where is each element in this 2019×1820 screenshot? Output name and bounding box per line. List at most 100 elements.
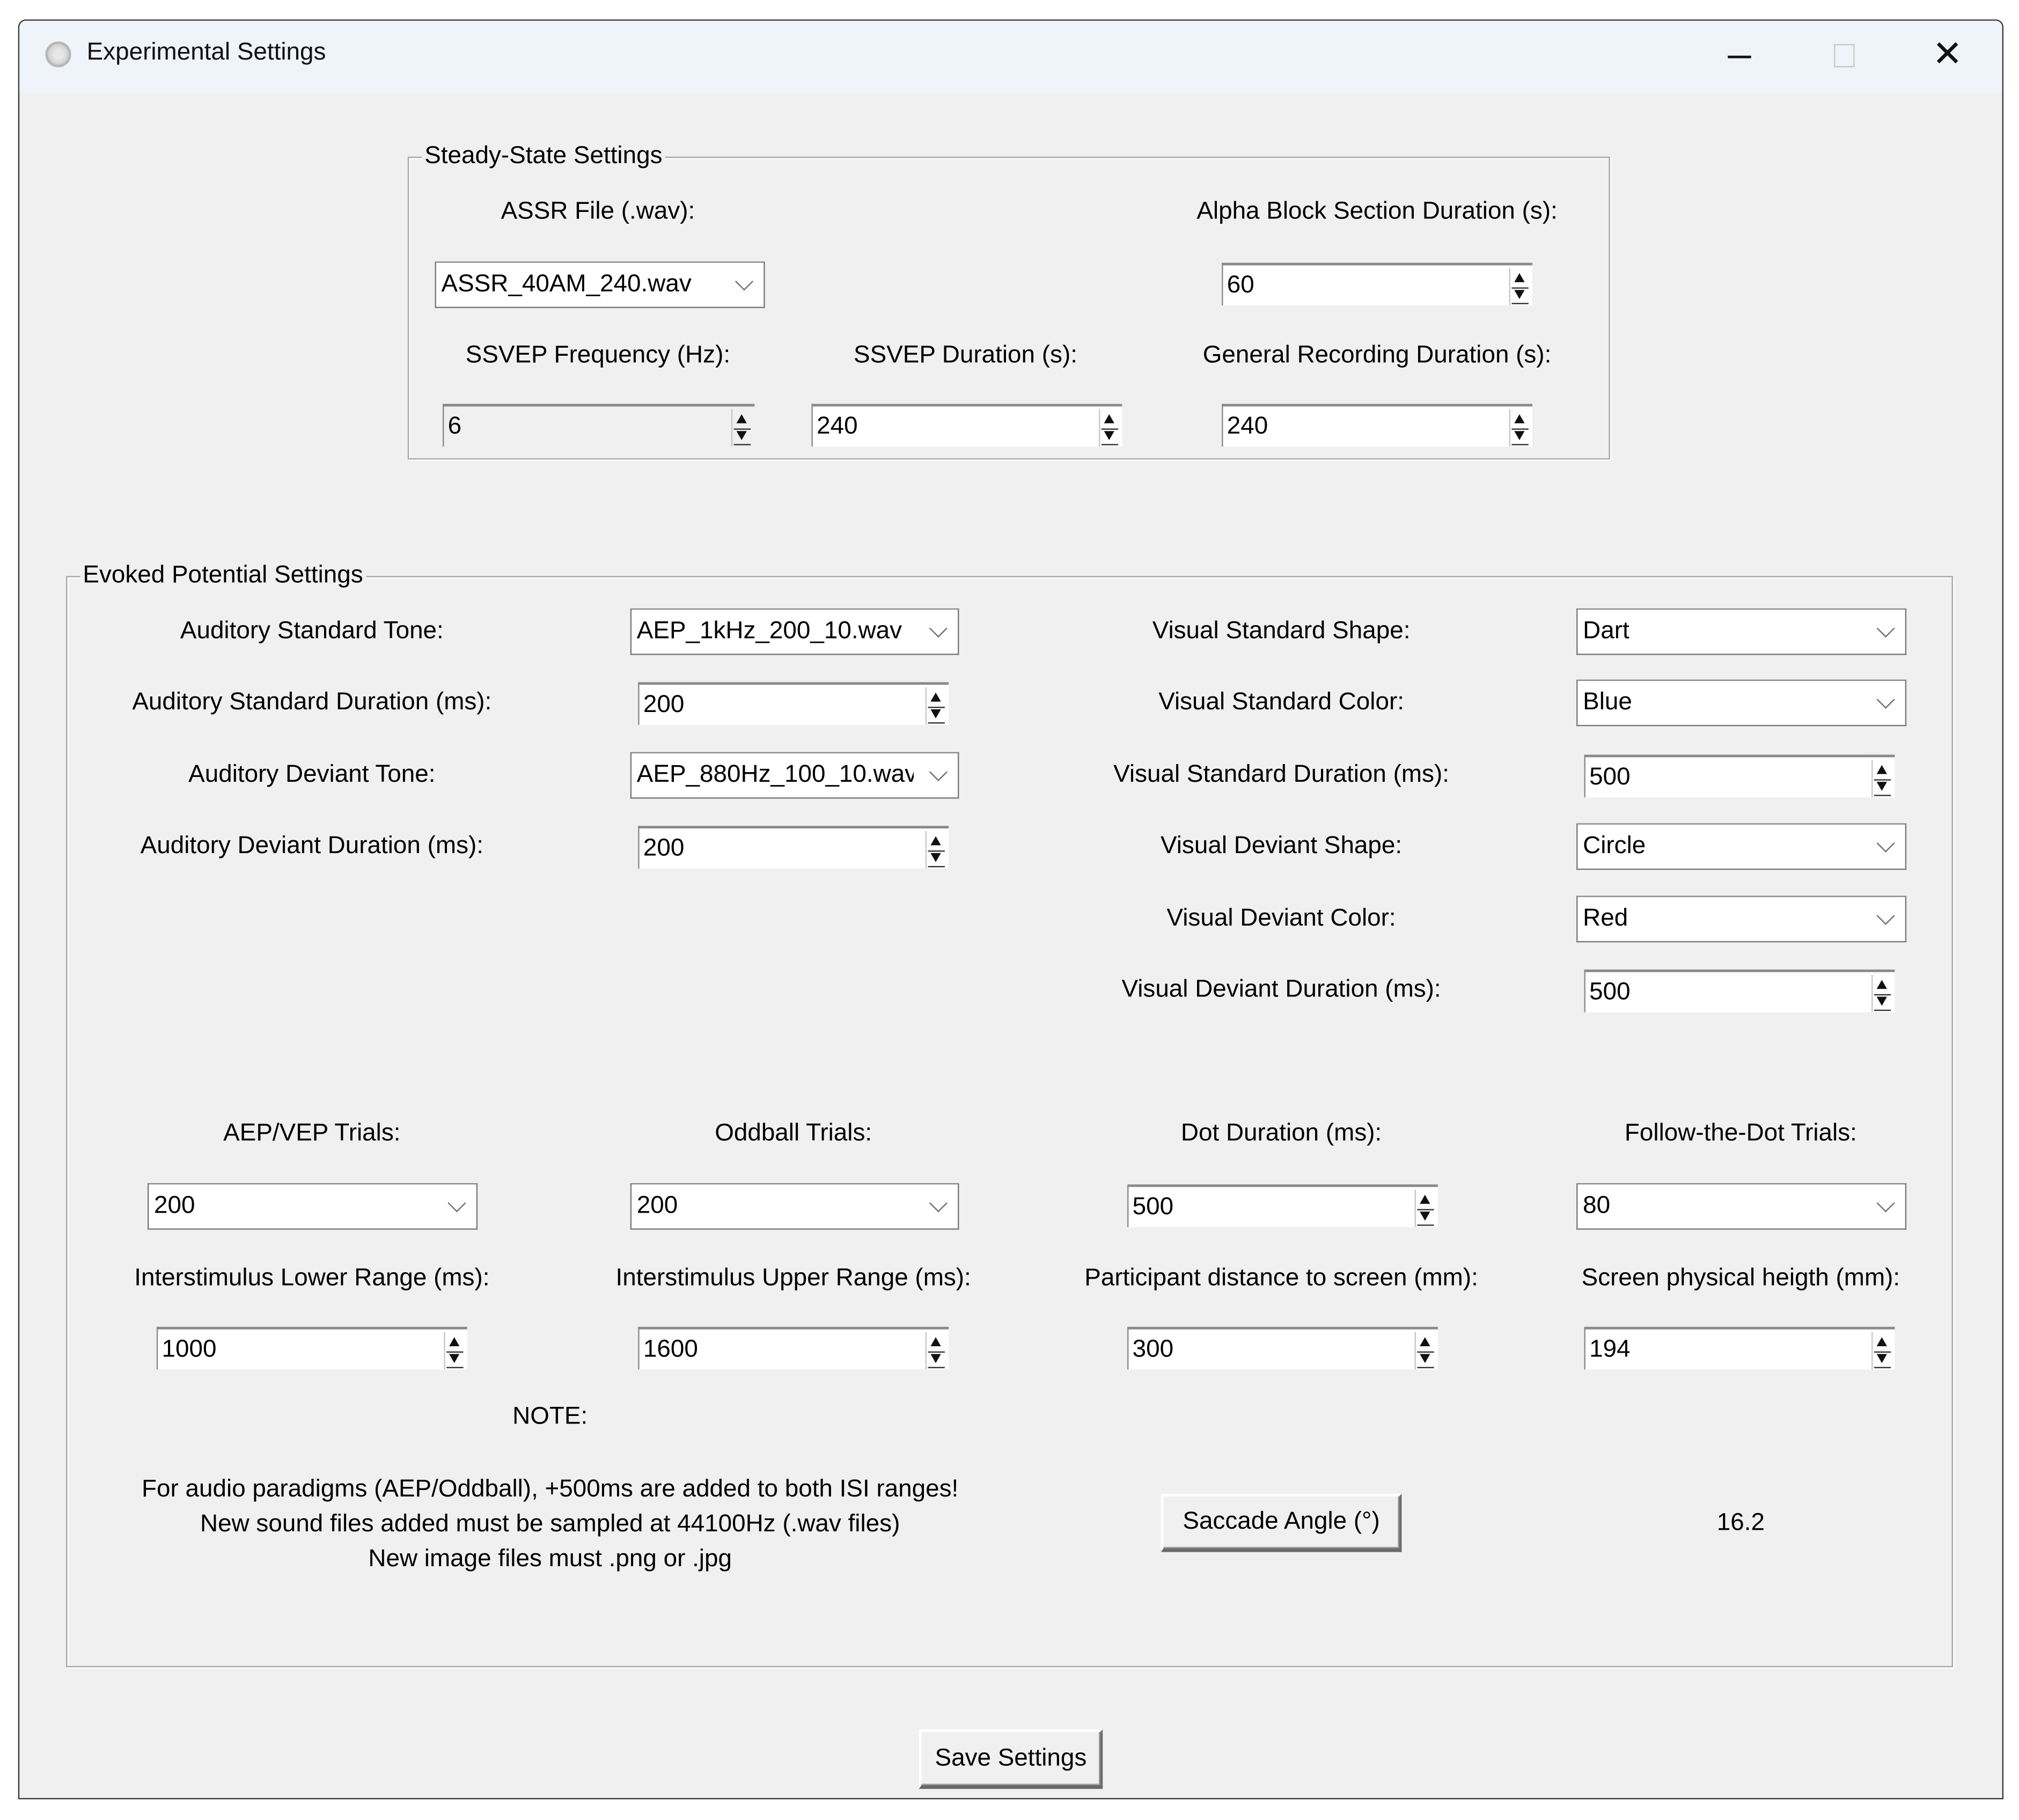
- auditory-standard-duration-label: Auditory Standard Duration (ms):: [132, 688, 492, 716]
- note-line: New sound files added must be sampled at…: [200, 1510, 900, 1538]
- participant-distance-spinbox[interactable]: 300: [1127, 1326, 1438, 1370]
- isi-lower-label: Interstimulus Lower Range (ms):: [134, 1265, 490, 1292]
- visual-standard-shape-value: Dart: [1583, 617, 1629, 645]
- isi-upper-label: Interstimulus Upper Range (ms):: [615, 1265, 971, 1292]
- minimize-button[interactable]: [1689, 21, 1793, 93]
- note-line: New image files must .png or .jpg: [368, 1545, 732, 1573]
- dot-duration-spinbox[interactable]: 500: [1127, 1184, 1438, 1228]
- note-line: For audio paradigms (AEP/Oddball), +500m…: [142, 1476, 959, 1503]
- maximize-button[interactable]: [1793, 21, 1896, 93]
- auditory-standard-tone-value: AEP_1kHz_200_10.wav: [636, 617, 902, 645]
- aep-vep-trials-select[interactable]: 200: [147, 1183, 478, 1230]
- visual-deviant-duration-value: 500: [1589, 978, 1631, 1006]
- visual-deviant-duration-spinbox[interactable]: 500: [1584, 969, 1895, 1012]
- screen-height-value: 194: [1589, 1335, 1631, 1363]
- saccade-angle-value: 16.2: [1716, 1509, 1765, 1537]
- minimize-icon: [1728, 55, 1751, 58]
- spin-arrows-icon[interactable]: [731, 409, 752, 447]
- chevron-down-icon: [1876, 834, 1895, 853]
- visual-standard-duration-value: 500: [1589, 763, 1631, 790]
- auditory-standard-tone-label: Auditory Standard Tone:: [180, 617, 444, 645]
- auditory-deviant-tone-value: AEP_880Hz_100_10.wav: [636, 761, 914, 789]
- title-bar[interactable]: Experimental Settings ✕: [19, 20, 2002, 93]
- spin-arrows-icon[interactable]: [1871, 974, 1892, 1012]
- chevron-down-icon: [929, 762, 948, 782]
- visual-deviant-shape-value: Circle: [1583, 832, 1646, 860]
- steady-state-group-title: Steady-State Settings: [422, 141, 665, 172]
- visual-standard-shape-label: Visual Standard Shape:: [1152, 617, 1411, 645]
- spin-arrows-icon[interactable]: [925, 687, 946, 725]
- dot-duration-label: Dot Duration (ms):: [1180, 1119, 1382, 1147]
- auditory-deviant-tone-label: Auditory Deviant Tone:: [188, 761, 436, 789]
- visual-deviant-duration-label: Visual Deviant Duration (ms):: [1121, 976, 1441, 1003]
- visual-standard-shape-select[interactable]: Dart: [1576, 608, 1907, 655]
- visual-deviant-color-select[interactable]: Red: [1576, 896, 1907, 943]
- follow-dot-trials-value: 80: [1583, 1192, 1611, 1220]
- spin-arrows-icon[interactable]: [1509, 268, 1530, 306]
- auditory-deviant-duration-value: 200: [643, 834, 685, 862]
- general-recording-duration-spinbox[interactable]: 240: [1222, 403, 1533, 447]
- spin-arrows-icon[interactable]: [1098, 409, 1120, 447]
- chevron-down-icon: [735, 272, 754, 291]
- chevron-down-icon: [1876, 1194, 1895, 1213]
- general-recording-duration-value: 240: [1227, 412, 1268, 440]
- ssvep-duration-spinbox[interactable]: 240: [811, 403, 1122, 447]
- screen-height-label: Screen physical heigth (mm):: [1581, 1265, 1900, 1292]
- auditory-standard-duration-spinbox[interactable]: 200: [638, 682, 949, 725]
- ssvep-frequency-value: 6: [447, 412, 462, 440]
- assr-file-select[interactable]: ASSR_40AM_240.wav: [435, 261, 765, 309]
- maximize-icon: [1834, 44, 1855, 68]
- auditory-deviant-tone-select[interactable]: AEP_880Hz_100_10.wav: [630, 752, 959, 799]
- visual-standard-duration-spinbox[interactable]: 500: [1584, 754, 1895, 798]
- ssvep-duration-label: SSVEP Duration (s):: [854, 341, 1077, 369]
- follow-dot-trials-label: Follow-the-Dot Trials:: [1624, 1119, 1857, 1147]
- visual-standard-color-value: Blue: [1583, 688, 1632, 716]
- spin-arrows-icon[interactable]: [1509, 409, 1530, 447]
- alpha-block-duration-spinbox[interactable]: 60: [1222, 262, 1533, 306]
- spin-arrows-icon[interactable]: [1871, 760, 1892, 798]
- follow-dot-trials-select[interactable]: 80: [1576, 1183, 1907, 1230]
- dot-duration-value: 500: [1132, 1193, 1174, 1220]
- screen-height-spinbox[interactable]: 194: [1584, 1326, 1895, 1370]
- close-button[interactable]: ✕: [1896, 21, 2000, 93]
- auditory-standard-duration-value: 200: [643, 691, 685, 718]
- general-recording-duration-label: General Recording Duration (s):: [1202, 341, 1552, 369]
- visual-standard-color-select[interactable]: Blue: [1576, 679, 1907, 726]
- oddball-trials-value: 200: [636, 1192, 678, 1220]
- close-icon: ✕: [1932, 33, 1963, 74]
- aep-vep-trials-value: 200: [154, 1192, 195, 1220]
- chevron-down-icon: [929, 1194, 948, 1213]
- saccade-angle-button[interactable]: Saccade Angle (°): [1161, 1494, 1402, 1552]
- isi-lower-spinbox[interactable]: 1000: [156, 1326, 467, 1370]
- visual-deviant-shape-select[interactable]: Circle: [1576, 823, 1907, 870]
- ssvep-frequency-spinbox[interactable]: 6: [442, 403, 755, 447]
- visual-standard-duration-label: Visual Standard Duration (ms):: [1113, 761, 1449, 789]
- assr-file-label: ASSR File (.wav):: [501, 198, 695, 225]
- spin-arrows-icon[interactable]: [444, 1332, 465, 1370]
- note-title: NOTE:: [512, 1403, 588, 1430]
- visual-deviant-color-label: Visual Deviant Color:: [1166, 905, 1396, 932]
- spin-arrows-icon[interactable]: [925, 1332, 946, 1370]
- chevron-down-icon: [929, 619, 948, 638]
- aep-vep-trials-label: AEP/VEP Trials:: [223, 1119, 401, 1147]
- isi-upper-value: 1600: [643, 1335, 698, 1363]
- participant-distance-label: Participant distance to screen (mm):: [1084, 1265, 1478, 1292]
- spin-arrows-icon[interactable]: [1414, 1190, 1436, 1228]
- alpha-block-duration-label: Alpha Block Section Duration (s):: [1196, 198, 1558, 225]
- auditory-deviant-duration-spinbox[interactable]: 200: [638, 826, 949, 869]
- auditory-standard-tone-select[interactable]: AEP_1kHz_200_10.wav: [630, 608, 959, 655]
- screen: Experimental Settings ✕ Steady-State Set…: [0, 0, 2019, 1820]
- chevron-down-icon: [1876, 690, 1895, 709]
- oddball-trials-label: Oddball Trials:: [715, 1119, 872, 1147]
- window-title: Experimental Settings: [86, 39, 326, 67]
- isi-lower-value: 1000: [161, 1335, 217, 1363]
- visual-deviant-color-value: Red: [1583, 905, 1628, 932]
- visual-deviant-shape-label: Visual Deviant Shape:: [1161, 832, 1403, 860]
- spin-arrows-icon[interactable]: [1871, 1332, 1892, 1370]
- save-settings-button[interactable]: Save Settings: [919, 1729, 1103, 1789]
- spin-arrows-icon[interactable]: [925, 831, 946, 869]
- spin-arrows-icon[interactable]: [1414, 1332, 1436, 1370]
- oddball-trials-select[interactable]: 200: [630, 1183, 959, 1230]
- ssvep-duration-value: 240: [817, 412, 858, 440]
- isi-upper-spinbox[interactable]: 1600: [638, 1326, 949, 1370]
